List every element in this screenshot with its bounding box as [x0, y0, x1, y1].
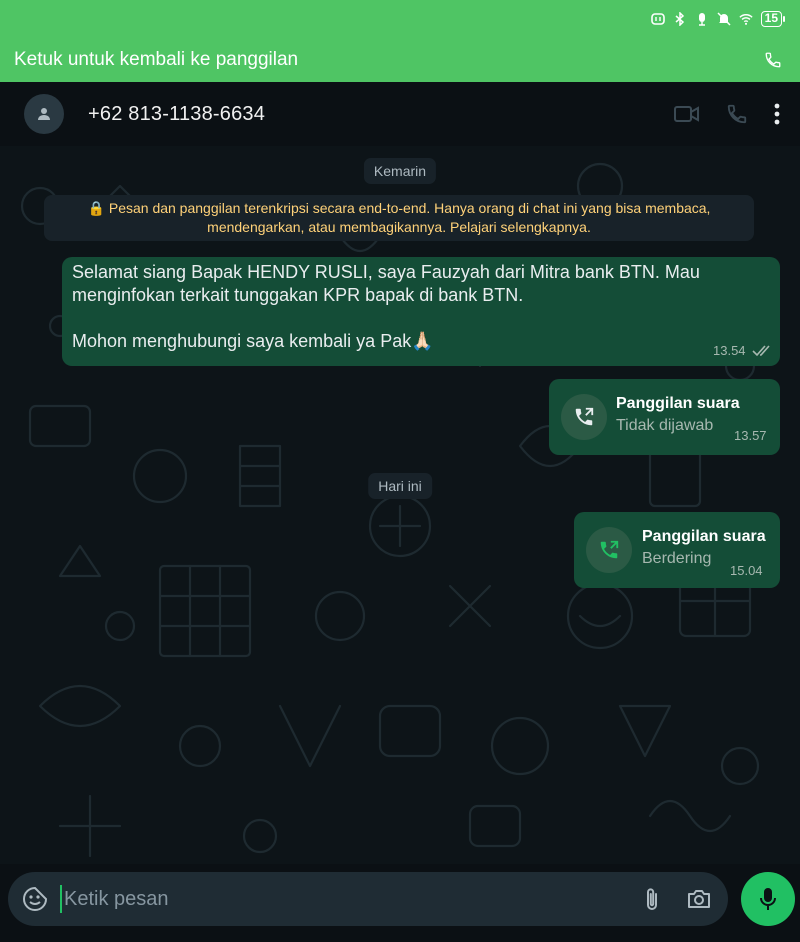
chat-header: +62 813-1138-6634	[0, 82, 800, 146]
microphone-icon	[760, 888, 776, 910]
more-options-icon[interactable]	[774, 103, 780, 125]
wifi-icon	[739, 12, 753, 26]
call-status: Tidak dijawab	[616, 417, 714, 434]
video-call-icon[interactable]	[674, 104, 700, 124]
date-chip-today: Hari ini	[368, 473, 432, 499]
status-bar: 15	[0, 0, 800, 38]
battery-icon: 15	[760, 11, 786, 27]
composer-bar	[0, 864, 800, 942]
voice-record-button[interactable]	[741, 872, 795, 926]
call-title: Panggilan suara	[616, 395, 740, 412]
call-time: 13.57	[734, 428, 767, 443]
call-bubble-ringing[interactable]: Panggilan suara Berdering 15.04	[574, 512, 780, 588]
attach-icon[interactable]	[644, 886, 660, 912]
chat-area[interactable]: Kemarin 🔒 Pesan dan panggilan terenkrips…	[0, 146, 800, 864]
vibrate-icon	[695, 12, 709, 26]
encryption-notice[interactable]: 🔒 Pesan dan panggilan terenkripsi secara…	[44, 195, 754, 241]
mute-icon	[717, 12, 731, 26]
call-bubble-missed[interactable]: Panggilan suara Tidak dijawab 13.57	[549, 379, 780, 455]
read-ticks-icon	[752, 344, 772, 362]
call-title: Panggilan suara	[642, 528, 766, 545]
return-to-call-label: Ketuk untuk kembali ke panggilan	[14, 49, 299, 70]
outgoing-call-icon	[561, 394, 607, 440]
message-composer	[8, 872, 728, 926]
outgoing-call-icon	[586, 527, 632, 573]
message-text: Selamat siang Bapak HENDY RUSLI, saya Fa…	[72, 262, 700, 351]
phone-icon	[764, 51, 782, 69]
avatar[interactable]	[24, 94, 64, 134]
person-icon	[38, 108, 50, 120]
date-chip-yesterday: Kemarin	[363, 158, 437, 184]
return-to-call-banner[interactable]: Ketuk untuk kembali ke panggilan	[0, 38, 800, 82]
voice-call-icon[interactable]	[726, 103, 748, 125]
message-input[interactable]	[60, 885, 644, 913]
call-time: 15.04	[730, 563, 763, 578]
bluetooth-icon	[673, 12, 687, 26]
nfc-icon	[650, 12, 665, 26]
message-time: 13.54	[713, 343, 746, 358]
sticker-icon[interactable]	[22, 886, 48, 912]
chat-wallpaper	[20, 162, 760, 858]
message-bubble[interactable]: Selamat siang Bapak HENDY RUSLI, saya Fa…	[62, 257, 780, 366]
camera-icon[interactable]	[686, 888, 712, 910]
contact-name[interactable]: +62 813-1138-6634	[88, 103, 674, 126]
